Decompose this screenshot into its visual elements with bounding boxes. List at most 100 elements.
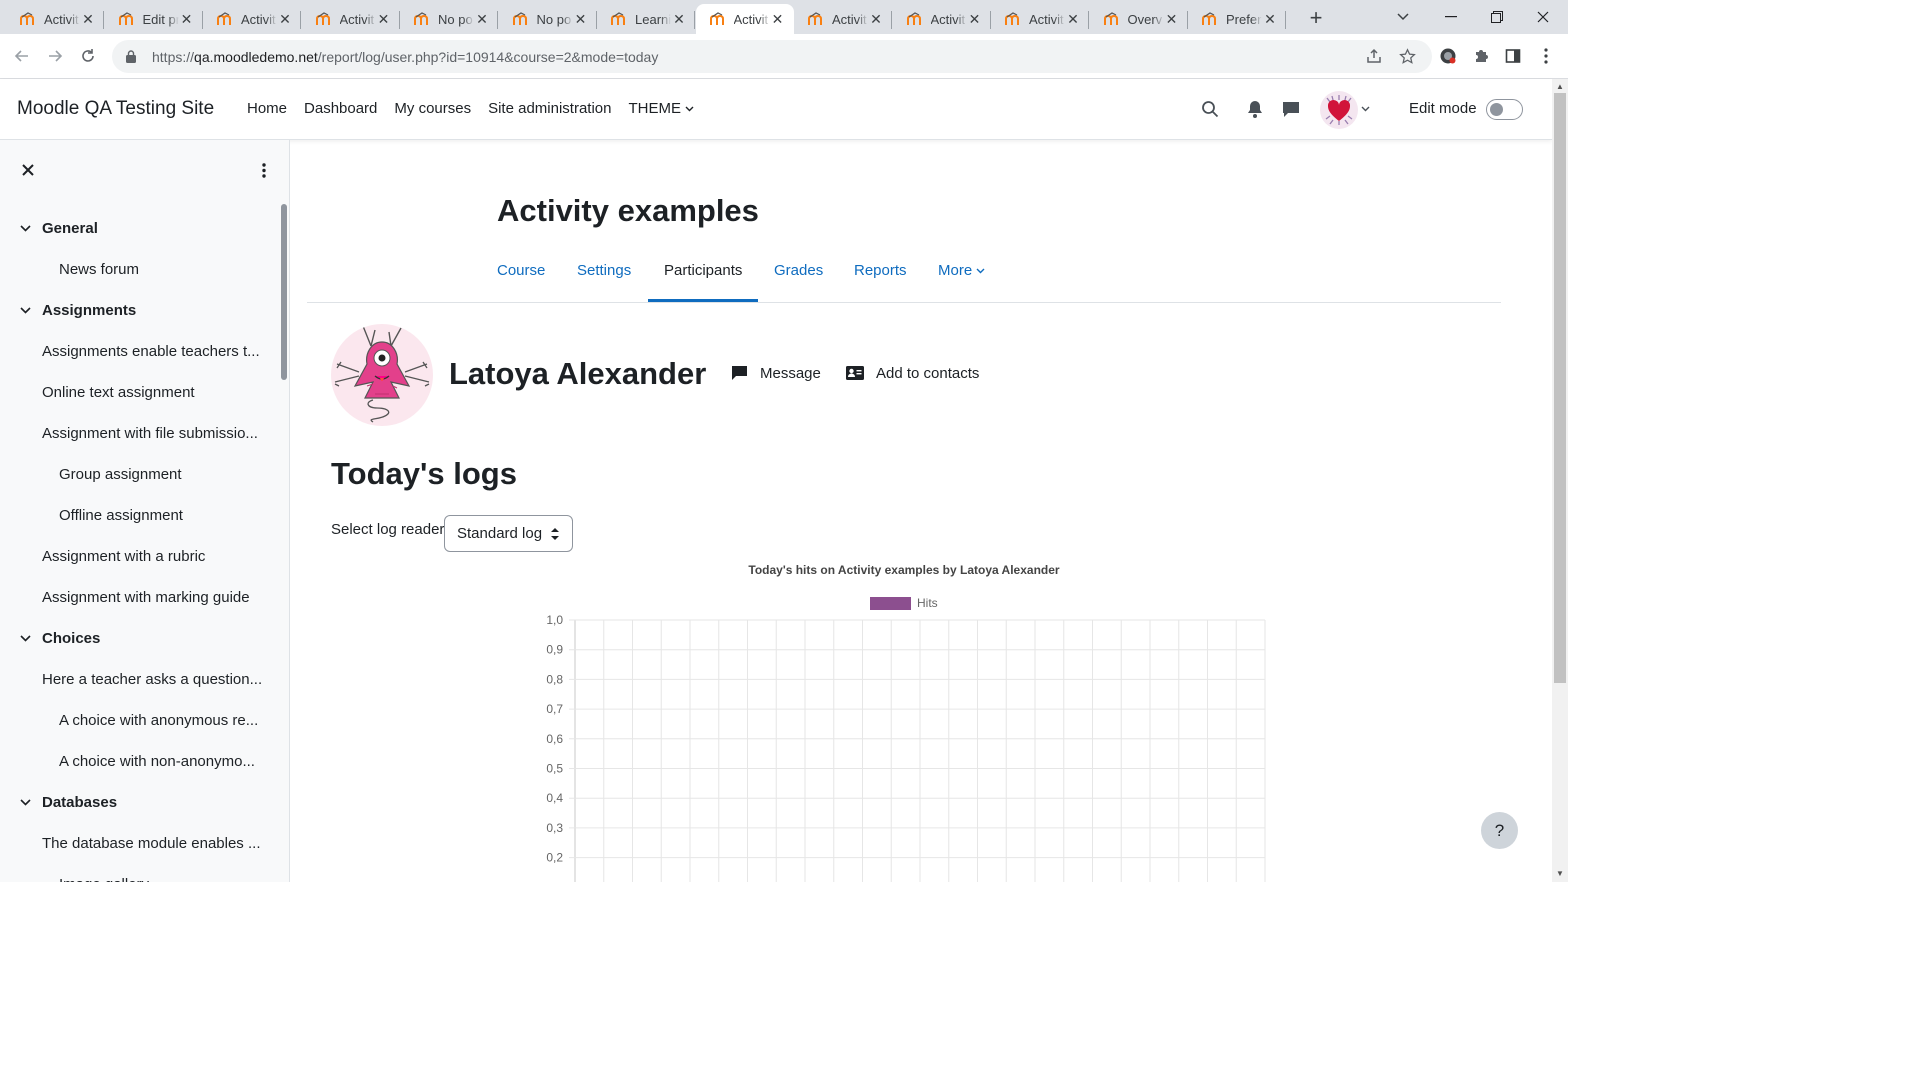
browser-tab[interactable]: Activit ✕ (991, 4, 1089, 34)
nav-home[interactable]: Home (247, 100, 287, 117)
nav-my-courses[interactable]: My courses (394, 100, 471, 117)
tab-settings[interactable]: Settings (577, 262, 631, 279)
close-tab-icon[interactable]: ✕ (671, 11, 687, 27)
add-to-contacts-button[interactable]: Add to contacts (846, 364, 979, 382)
close-tab-icon[interactable]: ✕ (770, 11, 786, 27)
minimize-icon[interactable] (1428, 0, 1474, 34)
chevron-down-icon[interactable] (18, 632, 32, 646)
nav-dashboard[interactable]: Dashboard (304, 100, 377, 117)
drawer-scrollbar[interactable] (281, 204, 287, 380)
browser-tab[interactable]: Activit ✕ (695, 4, 794, 34)
close-drawer-icon[interactable] (18, 160, 38, 180)
browser-tab[interactable]: Activit ✕ (6, 4, 104, 34)
course-index-item[interactable]: Group assignment (59, 466, 182, 483)
course-index-item[interactable]: Offline assignment (59, 507, 183, 524)
site-brand[interactable]: Moodle QA Testing Site (17, 98, 214, 120)
nav-site-administration[interactable]: Site administration (488, 100, 611, 117)
browser-tab[interactable]: Activit ✕ (203, 4, 301, 34)
browser-menu-icon[interactable] (1534, 44, 1558, 68)
course-index-item[interactable]: A choice with non-anonymo... (59, 753, 255, 770)
extensions-puzzle-icon[interactable] (1469, 44, 1493, 68)
browser-tab[interactable]: Activit ✕ (893, 4, 991, 34)
close-tab-icon[interactable]: ✕ (868, 11, 884, 27)
close-tab-icon[interactable]: ✕ (573, 11, 589, 27)
close-tab-icon[interactable]: ✕ (967, 11, 983, 27)
browser-tab[interactable]: Edit pr ✕ (105, 4, 203, 34)
notifications-bell-icon[interactable] (1244, 98, 1266, 120)
tab-more[interactable]: More (938, 262, 985, 279)
user-menu-chevron-icon[interactable] (1358, 98, 1372, 120)
close-tab-icon[interactable]: ✕ (1065, 11, 1081, 27)
side-panel-icon[interactable] (1501, 44, 1525, 68)
extension-globe-icon[interactable] (1436, 44, 1460, 68)
chevron-down-icon (685, 106, 694, 111)
close-tab-icon[interactable]: ✕ (80, 11, 96, 27)
course-index-options-icon[interactable] (255, 160, 273, 180)
close-tab-icon[interactable]: ✕ (179, 11, 195, 27)
lock-icon[interactable] (124, 50, 138, 64)
close-tab-icon[interactable]: ✕ (277, 11, 293, 27)
tab-grades[interactable]: Grades (774, 262, 823, 279)
close-tab-icon[interactable]: ✕ (1164, 11, 1180, 27)
page-scrollbar[interactable]: ▲ ▼ (1552, 79, 1568, 882)
browser-tab[interactable]: Prefer ✕ (1188, 4, 1286, 34)
chart-title: Today's hits on Activity examples by Lat… (748, 563, 1060, 577)
course-index-item[interactable]: Online text assignment (42, 384, 195, 401)
close-tab-icon[interactable]: ✕ (474, 11, 490, 27)
browser-tab[interactable]: Learni ✕ (597, 4, 695, 34)
close-tab-icon[interactable]: ✕ (1262, 11, 1278, 27)
edit-mode-toggle[interactable] (1486, 99, 1523, 120)
course-index-section[interactable]: Databases (18, 794, 117, 811)
course-index-item[interactable]: The database module enables ... (42, 835, 260, 852)
moodle-favicon-icon (1103, 11, 1120, 27)
chart-y-ticks: 1,0 0,9 0,8 0,7 0,6 0,5 0,4 0,3 0,2 0,1 (546, 613, 563, 882)
browser-tab[interactable]: Overv ✕ (1090, 4, 1188, 34)
tab-course[interactable]: Course (497, 262, 545, 279)
scroll-up-icon[interactable]: ▲ (1556, 82, 1564, 91)
reload-icon[interactable] (76, 44, 100, 68)
chevron-down-icon[interactable] (18, 796, 32, 810)
chevron-down-icon[interactable] (18, 304, 32, 318)
close-window-icon[interactable] (1520, 0, 1566, 34)
browser-tab[interactable]: No po ✕ (400, 4, 498, 34)
course-index-item[interactable]: Assignment with a rubric (42, 548, 205, 565)
close-tab-icon[interactable]: ✕ (376, 11, 392, 27)
tab-reports[interactable]: Reports (854, 262, 907, 279)
course-index-item[interactable]: A choice with anonymous re... (59, 712, 258, 729)
chevron-down-icon[interactable] (18, 222, 32, 236)
tab-search-icon[interactable] (1380, 0, 1426, 34)
browser-tab-title: Activit (930, 11, 966, 27)
help-button[interactable]: ? (1481, 812, 1518, 849)
course-index-item[interactable]: Assignment with marking guide (42, 589, 250, 606)
share-icon[interactable] (1362, 44, 1386, 68)
legend-label[interactable]: Hits (917, 596, 938, 610)
messaging-chat-icon[interactable] (1280, 98, 1302, 120)
browser-tab[interactable]: Activit ✕ (794, 4, 892, 34)
search-icon[interactable] (1199, 98, 1221, 120)
browser-tab[interactable]: No po ✕ (499, 4, 597, 34)
back-icon[interactable] (10, 44, 34, 68)
restore-icon[interactable] (1474, 0, 1520, 34)
course-index-item[interactable]: Image gallery (59, 876, 149, 882)
course-index-item[interactable]: Assignment with file submissio... (42, 425, 258, 442)
message-button[interactable]: Message (730, 364, 821, 382)
browser-tab[interactable]: Activit ✕ (302, 4, 400, 34)
bookmark-star-icon[interactable] (1395, 44, 1419, 68)
course-index-item[interactable]: Here a teacher asks a question... (42, 671, 262, 688)
course-index-item[interactable]: Assignments enable teachers t... (42, 343, 260, 360)
message-icon (730, 364, 748, 382)
user-menu-avatar[interactable] (1320, 91, 1358, 129)
tab-participants[interactable]: Participants (664, 262, 742, 279)
new-tab-button[interactable]: + (1304, 5, 1328, 30)
address-bar[interactable]: https://qa.moodledemo.net/report/log/use… (112, 40, 1432, 73)
course-index-section[interactable]: Assignments (18, 302, 136, 319)
log-reader-select[interactable]: Standard log (444, 515, 573, 552)
page-scrollbar-thumb[interactable] (1554, 93, 1566, 683)
forward-icon[interactable] (43, 44, 67, 68)
scroll-down-icon[interactable]: ▼ (1556, 869, 1564, 878)
legend-swatch[interactable] (870, 597, 911, 610)
course-index-section[interactable]: Choices (18, 630, 100, 647)
nav-theme[interactable]: THEME (629, 100, 695, 117)
course-index-section[interactable]: General (18, 220, 98, 237)
course-index-item[interactable]: News forum (59, 261, 139, 278)
